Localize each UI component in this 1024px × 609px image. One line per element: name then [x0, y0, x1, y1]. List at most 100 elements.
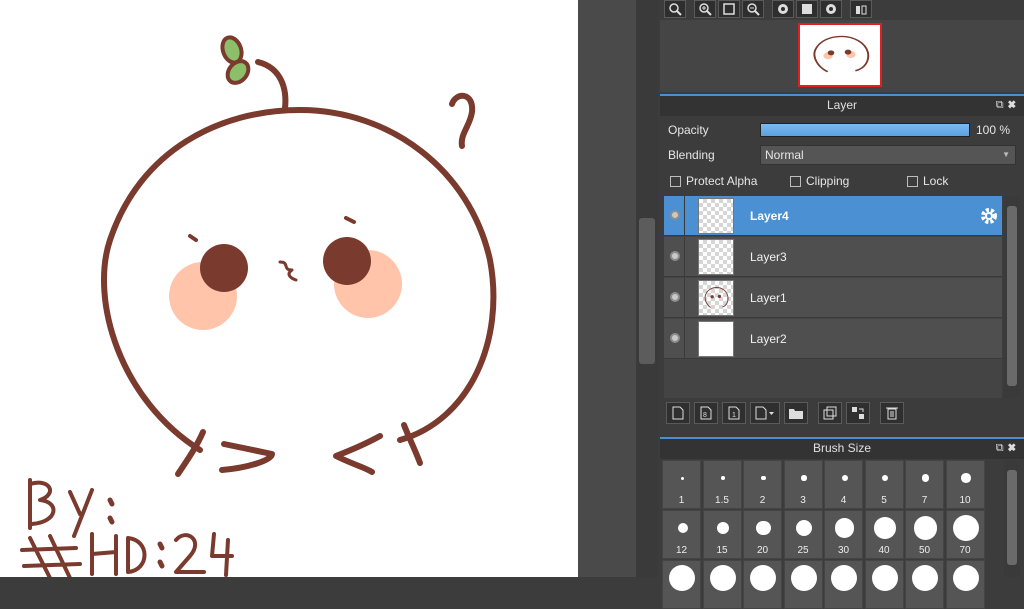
brush-size-4[interactable]: 4 — [824, 460, 863, 509]
brush-size-5[interactable]: 5 — [864, 460, 904, 509]
brush-size-12[interactable]: 12 — [662, 510, 701, 559]
brush-size-label: 3 — [800, 495, 806, 506]
new-1bit-layer-icon[interactable]: 1 — [722, 402, 746, 424]
reset-view-icon[interactable] — [796, 0, 818, 18]
visibility-icon[interactable] — [670, 333, 680, 343]
brush-preview-dot — [790, 565, 817, 591]
brush-size-20[interactable]: 20 — [743, 510, 782, 559]
brush-size-10[interactable]: 10 — [945, 460, 985, 509]
brush-preview-dot — [831, 565, 857, 591]
brush-size-40[interactable]: 40 — [864, 510, 904, 559]
layer-name: Layer4 — [750, 209, 789, 223]
svg-text:1: 1 — [732, 412, 736, 419]
add-layer-dropdown-icon[interactable] — [750, 402, 780, 424]
brush-size-25[interactable]: 25 — [783, 510, 823, 559]
brush-size-label: 10 — [959, 495, 971, 506]
navigator-thumbnail[interactable] — [798, 23, 882, 87]
blending-label: Blending — [668, 148, 715, 162]
blending-row: Blending Normal ▼ — [660, 143, 1024, 167]
popout-icon[interactable]: ⧉ — [996, 442, 1008, 454]
brush-preview-dot — [961, 473, 971, 483]
layer-thumbnail — [698, 280, 734, 316]
brush-size-cell[interactable] — [702, 560, 742, 609]
brush-size-scrollbar[interactable] — [1004, 460, 1020, 577]
brush-size-50[interactable]: 50 — [905, 510, 944, 559]
layer-item-layer3[interactable]: Layer3 — [664, 237, 1002, 277]
brush-preview-dot — [677, 523, 688, 533]
brush-size-label: 1.5 — [715, 495, 729, 506]
layer-options-row: Protect Alpha Clipping Lock — [660, 170, 1024, 194]
body-outline — [101, 107, 497, 453]
new-8bit-layer-icon[interactable]: 8 — [694, 402, 718, 424]
close-icon[interactable]: ✖ — [1008, 442, 1020, 454]
chevron-down-icon: ▼ — [1002, 150, 1010, 159]
layer-item-layer4[interactable]: Layer4 — [664, 196, 1002, 236]
brush-size-label: 5 — [881, 495, 887, 506]
lock-label: Lock — [923, 174, 949, 188]
brush-size-cell[interactable] — [905, 560, 944, 609]
trash-icon[interactable] — [880, 402, 904, 424]
blending-select[interactable]: Normal ▼ — [760, 145, 1016, 165]
navigator-preview[interactable] — [660, 20, 1024, 92]
folder-icon[interactable] — [784, 402, 808, 424]
brush-size-1.5[interactable]: 1.5 — [702, 460, 742, 509]
layer-list: Layer4 Layer3 Layer1 Layer2 — [664, 196, 1002, 398]
visibility-icon[interactable] — [670, 210, 680, 220]
gear-icon[interactable] — [980, 207, 998, 228]
brush-size-2[interactable]: 2 — [743, 460, 782, 509]
canvas-scrollbar-thumb[interactable] — [639, 218, 655, 364]
brush-size-3[interactable]: 3 — [783, 460, 823, 509]
layer-list-scrollbar[interactable] — [1004, 196, 1020, 398]
brush-size-7[interactable]: 7 — [905, 460, 944, 509]
rotate-right-icon[interactable] — [820, 0, 842, 18]
brush-size-label: 50 — [918, 545, 931, 556]
canvas-vertical-scrollbar[interactable] — [636, 0, 658, 577]
duplicate-layer-icon[interactable] — [818, 402, 842, 424]
brush-size-cell[interactable] — [783, 560, 823, 609]
opacity-slider[interactable] — [760, 123, 970, 137]
drawing-canvas[interactable] — [0, 0, 578, 577]
brush-size-30[interactable]: 30 — [824, 510, 863, 559]
popout-icon[interactable]: ⧉ — [996, 99, 1008, 111]
brush-preview-dot — [761, 475, 766, 481]
brush-size-1[interactable]: 1 — [662, 460, 701, 509]
brush-preview-dot — [912, 565, 938, 591]
brush-preview-dot — [716, 521, 730, 535]
lock-checkbox[interactable]: Lock — [907, 174, 948, 188]
brush-size-label: 40 — [878, 545, 890, 556]
layer-item-layer2[interactable]: Layer2 — [664, 319, 1002, 359]
zoom-out-icon[interactable] — [742, 0, 764, 18]
merge-layer-icon[interactable] — [846, 402, 870, 424]
brush-size-cell[interactable] — [743, 560, 782, 609]
clipping-label: Clipping — [806, 174, 850, 188]
brush-size-label: 20 — [756, 545, 769, 556]
brush-size-panel-header: Brush Size ⧉✖ — [660, 437, 1024, 459]
brush-size-70[interactable]: 70 — [945, 510, 985, 559]
brush-size-label: 1 — [678, 495, 685, 506]
layer-name: Layer3 — [750, 250, 787, 264]
flip-icon[interactable] — [850, 0, 872, 18]
brush-size-cell[interactable] — [824, 560, 863, 609]
brush-size-cell[interactable] — [864, 560, 904, 609]
visibility-icon[interactable] — [670, 251, 680, 261]
brush-size-cell[interactable] — [945, 560, 985, 609]
visibility-icon[interactable] — [670, 292, 680, 302]
close-icon[interactable]: ✖ — [1008, 99, 1020, 111]
rotate-left-icon[interactable] — [772, 0, 794, 18]
zoom-in-icon[interactable] — [694, 0, 716, 18]
canvas-area[interactable] — [0, 0, 636, 577]
fit-window-icon[interactable] — [718, 0, 740, 18]
protect-alpha-checkbox[interactable]: Protect Alpha — [670, 174, 757, 188]
brush-size-cell[interactable] — [662, 560, 701, 609]
brush-size-15[interactable]: 15 — [702, 510, 742, 559]
new-layer-icon[interactable] — [666, 402, 690, 424]
brush-size-label: 30 — [837, 545, 850, 556]
brush-preview-dot — [881, 474, 889, 482]
opacity-label: Opacity — [668, 123, 709, 137]
right-eye — [323, 237, 371, 285]
clipping-checkbox[interactable]: Clipping — [790, 174, 849, 188]
blending-value: Normal — [765, 148, 804, 162]
layer-thumbnail — [698, 321, 734, 357]
zoom-fit-icon[interactable] — [664, 0, 686, 18]
layer-item-layer1[interactable]: Layer1 — [664, 278, 1002, 318]
